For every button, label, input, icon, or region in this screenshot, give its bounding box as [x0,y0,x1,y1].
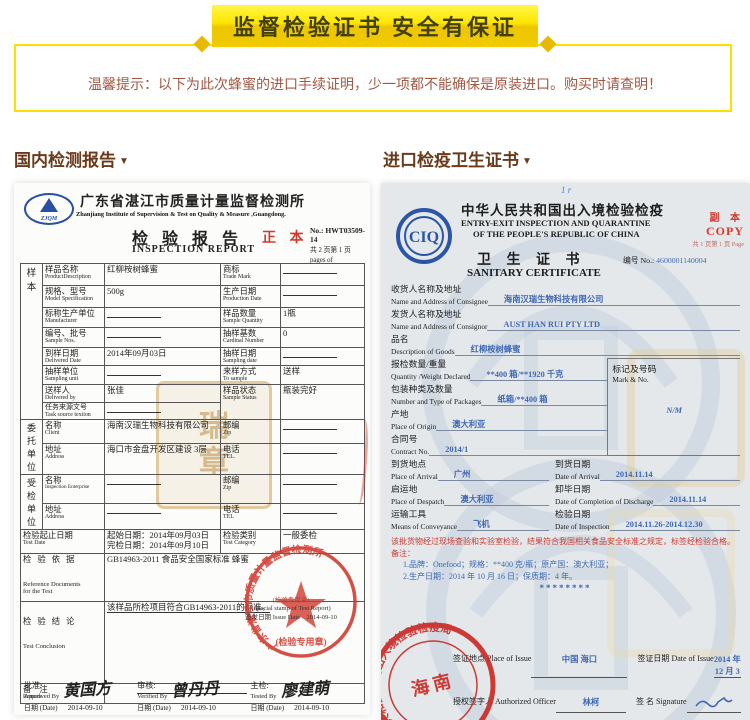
svg-text:海南: 海南 [409,669,457,700]
remark-label: 备注： [391,548,740,559]
tip-text: 温馨提示：以下为此次蜂蜜的进口手续证明，少一项都不能确保是原装进口。购买时请查明… [0,74,750,94]
section-title-import-certificate[interactable]: 进口检疫卫生证书▼ [383,146,532,171]
banner-title: 监督检验证书 安全有保证 [233,10,517,42]
cert-number: 编号 No.: 4600001140004 [623,255,707,266]
blank-line [283,421,337,430]
chevron-down-icon: ▼ [119,156,129,167]
seal-caption: (检验专用章) (Special stamp of Test Report) 签… [216,597,366,622]
handwritten-signature: 曾丹丹 [171,674,221,701]
report-org-name: 广东省湛江市质量计量监督检测所 [80,191,305,211]
field-inspection-date: 检验日期 Date of Inspection2014.11.26-2014.1… [555,506,740,531]
signature-tested: 主检:Tested By廖建萌 日期 (Date)2014-09-10 [250,675,362,713]
field-consignor: 发货人名称及地址 Name and Address of ConsignorAU… [391,307,740,331]
blank-line [107,309,161,318]
report-number: No.: HWT03509-14 共 2 页第 1 页 pages of [310,226,370,266]
handwritten-signature: 黄国方 [62,674,112,701]
issue-place-value: 中国 海口 [531,653,627,678]
field-consignee: 收货人名称及地址 Name and Address of Consignee海南… [391,282,740,306]
remark-line-1: 1.品牌：Onefood；规格：**400 克/瓶；原产国：澳大利亚； [403,559,740,571]
officer-value: 林柯 [556,696,626,713]
row-arrival: 到货地点 Place of Arrival广州 到货日期 Date of Arr… [391,456,740,481]
blank-line [107,476,161,485]
cert-org-name-en2: OF THE PEOPLE'S REPUBLIC OF CHINA [473,229,640,239]
cert-title: 卫 生 证 书 [477,249,586,269]
field-origin: 产地 Place of Origin澳大利亚 [391,407,607,431]
blank-line [107,505,161,514]
row-conveyance: 运输工具 Means of Conveyance飞机 检验日期 Date of … [391,506,740,531]
certificate-promo-section: 监督检验证书 安全有保证 温馨提示：以下为此次蜂蜜的进口手续证明，少一项都不能确… [0,0,750,720]
field-arrival-date: 到货日期 Date of Arrival2014.11.14 [555,456,740,481]
chevron-down-icon: ▼ [522,156,532,167]
blank-line [107,404,161,413]
inspection-report-document: 瑞章 ZJQM 广东省湛江市质量计量监督检测所 Zhanjiang Instit… [14,183,370,715]
report-org-name-en: Zhanjiang Institute of Supervision & Tes… [76,211,286,218]
blank-line [283,349,337,358]
handwritten-mark: 1 r [561,185,571,195]
signature-verified: 审核:Verified By曾丹丹 日期 (Date)2014-09-10 [137,675,249,713]
table-side-label-sample: 样本 [21,264,43,420]
report-title-en: INSPECTION REPORT [132,244,255,255]
table-side-label-inspected: 受检单位 [21,474,43,529]
blank-line [283,265,337,274]
svg-text:(检验专用章): (检验专用章) [276,636,327,647]
sanitary-certificate-document: 1 r CIQ 中华人民共和国出入境检验检疫 ENTRY-EXIT INSPEC… [381,183,750,720]
original-copy-stamp: 正 本 [262,227,309,247]
remark-line-2: 2.生产日期：2014 年 10 月 16 日；保质期：4 年。 [403,571,740,583]
signature-row: 批准:Approved By黄国方 日期 (Date)2014-09-10 审核… [24,675,362,713]
field-arrival-place: 到货地点 Place of Arrival广州 [391,456,555,481]
handwritten-signature-mark [694,696,734,710]
inspection-statement: 该批货物经过现场查验和实验室检验，结果符合我国相关食品安全标准之规定，标签经检验… [391,537,740,548]
svg-text:CIQ: CIQ [409,229,439,246]
banner: 监督检验证书 安全有保证 [212,5,538,47]
cert-title-en: SANITARY CERTIFICATE [467,267,601,279]
zjqm-logo-icon: ZJQM [24,193,74,225]
cert-fields: 收货人名称及地址 Name and Address of Consignee海南… [391,281,740,593]
svg-text:中华人民共和国海南出入境检验检疫局: 中华人民共和国海南出入境检验检疫局 [381,613,482,720]
cert-org-name-en1: ENTRY-EXIT INSPECTION AND QUARANTINE [461,218,651,228]
row-despatch: 启运地 Place of Despatch澳大利亚 卸毕日期 Date of C… [391,481,740,506]
blank-line [107,329,161,338]
ciq-logo-icon: CIQ [395,207,453,265]
blank-line [283,287,337,296]
signature-value [687,696,741,713]
field-packages: 包装种类及数量 Number and Type of Packages纸箱/**… [391,382,607,406]
copy-stamp: 副 本 COPY 共 1 页第 1 页 Page [692,209,744,248]
issue-date-value: 2014 年 12 月 3 [714,653,741,678]
blank-line [283,445,337,454]
handwritten-signature: 廖建萌 [280,674,330,701]
table-side-label-client: 委托单位 [21,419,43,474]
field-discharge: 卸毕日期 Date of Completion of Discharge2014… [555,481,740,506]
blank-line [283,476,337,485]
cert-org-name: 中华人民共和国出入境检验检疫 [461,199,664,219]
signature-approved: 批准:Approved By黄国方 日期 (Date)2014-09-10 [24,675,136,713]
field-despatch: 启运地 Place of Despatch澳大利亚 [391,481,555,506]
split-region: 报检数量/重量 Quantity /Weight Declared**400 箱… [391,356,740,456]
field-contract: 合同号 Contract No.2014/1 [391,432,607,456]
mark-no-panel: 标记及号码 Mark & No. N/M [607,358,740,456]
blank-line [283,505,337,514]
field-goods: 品名 Description of Goods红柳桉树蜂蜜 [391,332,740,356]
section-title-domestic-report[interactable]: 国内检测报告▼ [14,146,129,171]
blank-line [107,367,161,376]
field-conveyance: 运输工具 Means of Conveyance飞机 [391,506,555,531]
end-of-text-stars: ******** [391,583,740,593]
field-quantity: 报检数量/重量 Quantity /Weight Declared**400 箱… [391,357,607,381]
